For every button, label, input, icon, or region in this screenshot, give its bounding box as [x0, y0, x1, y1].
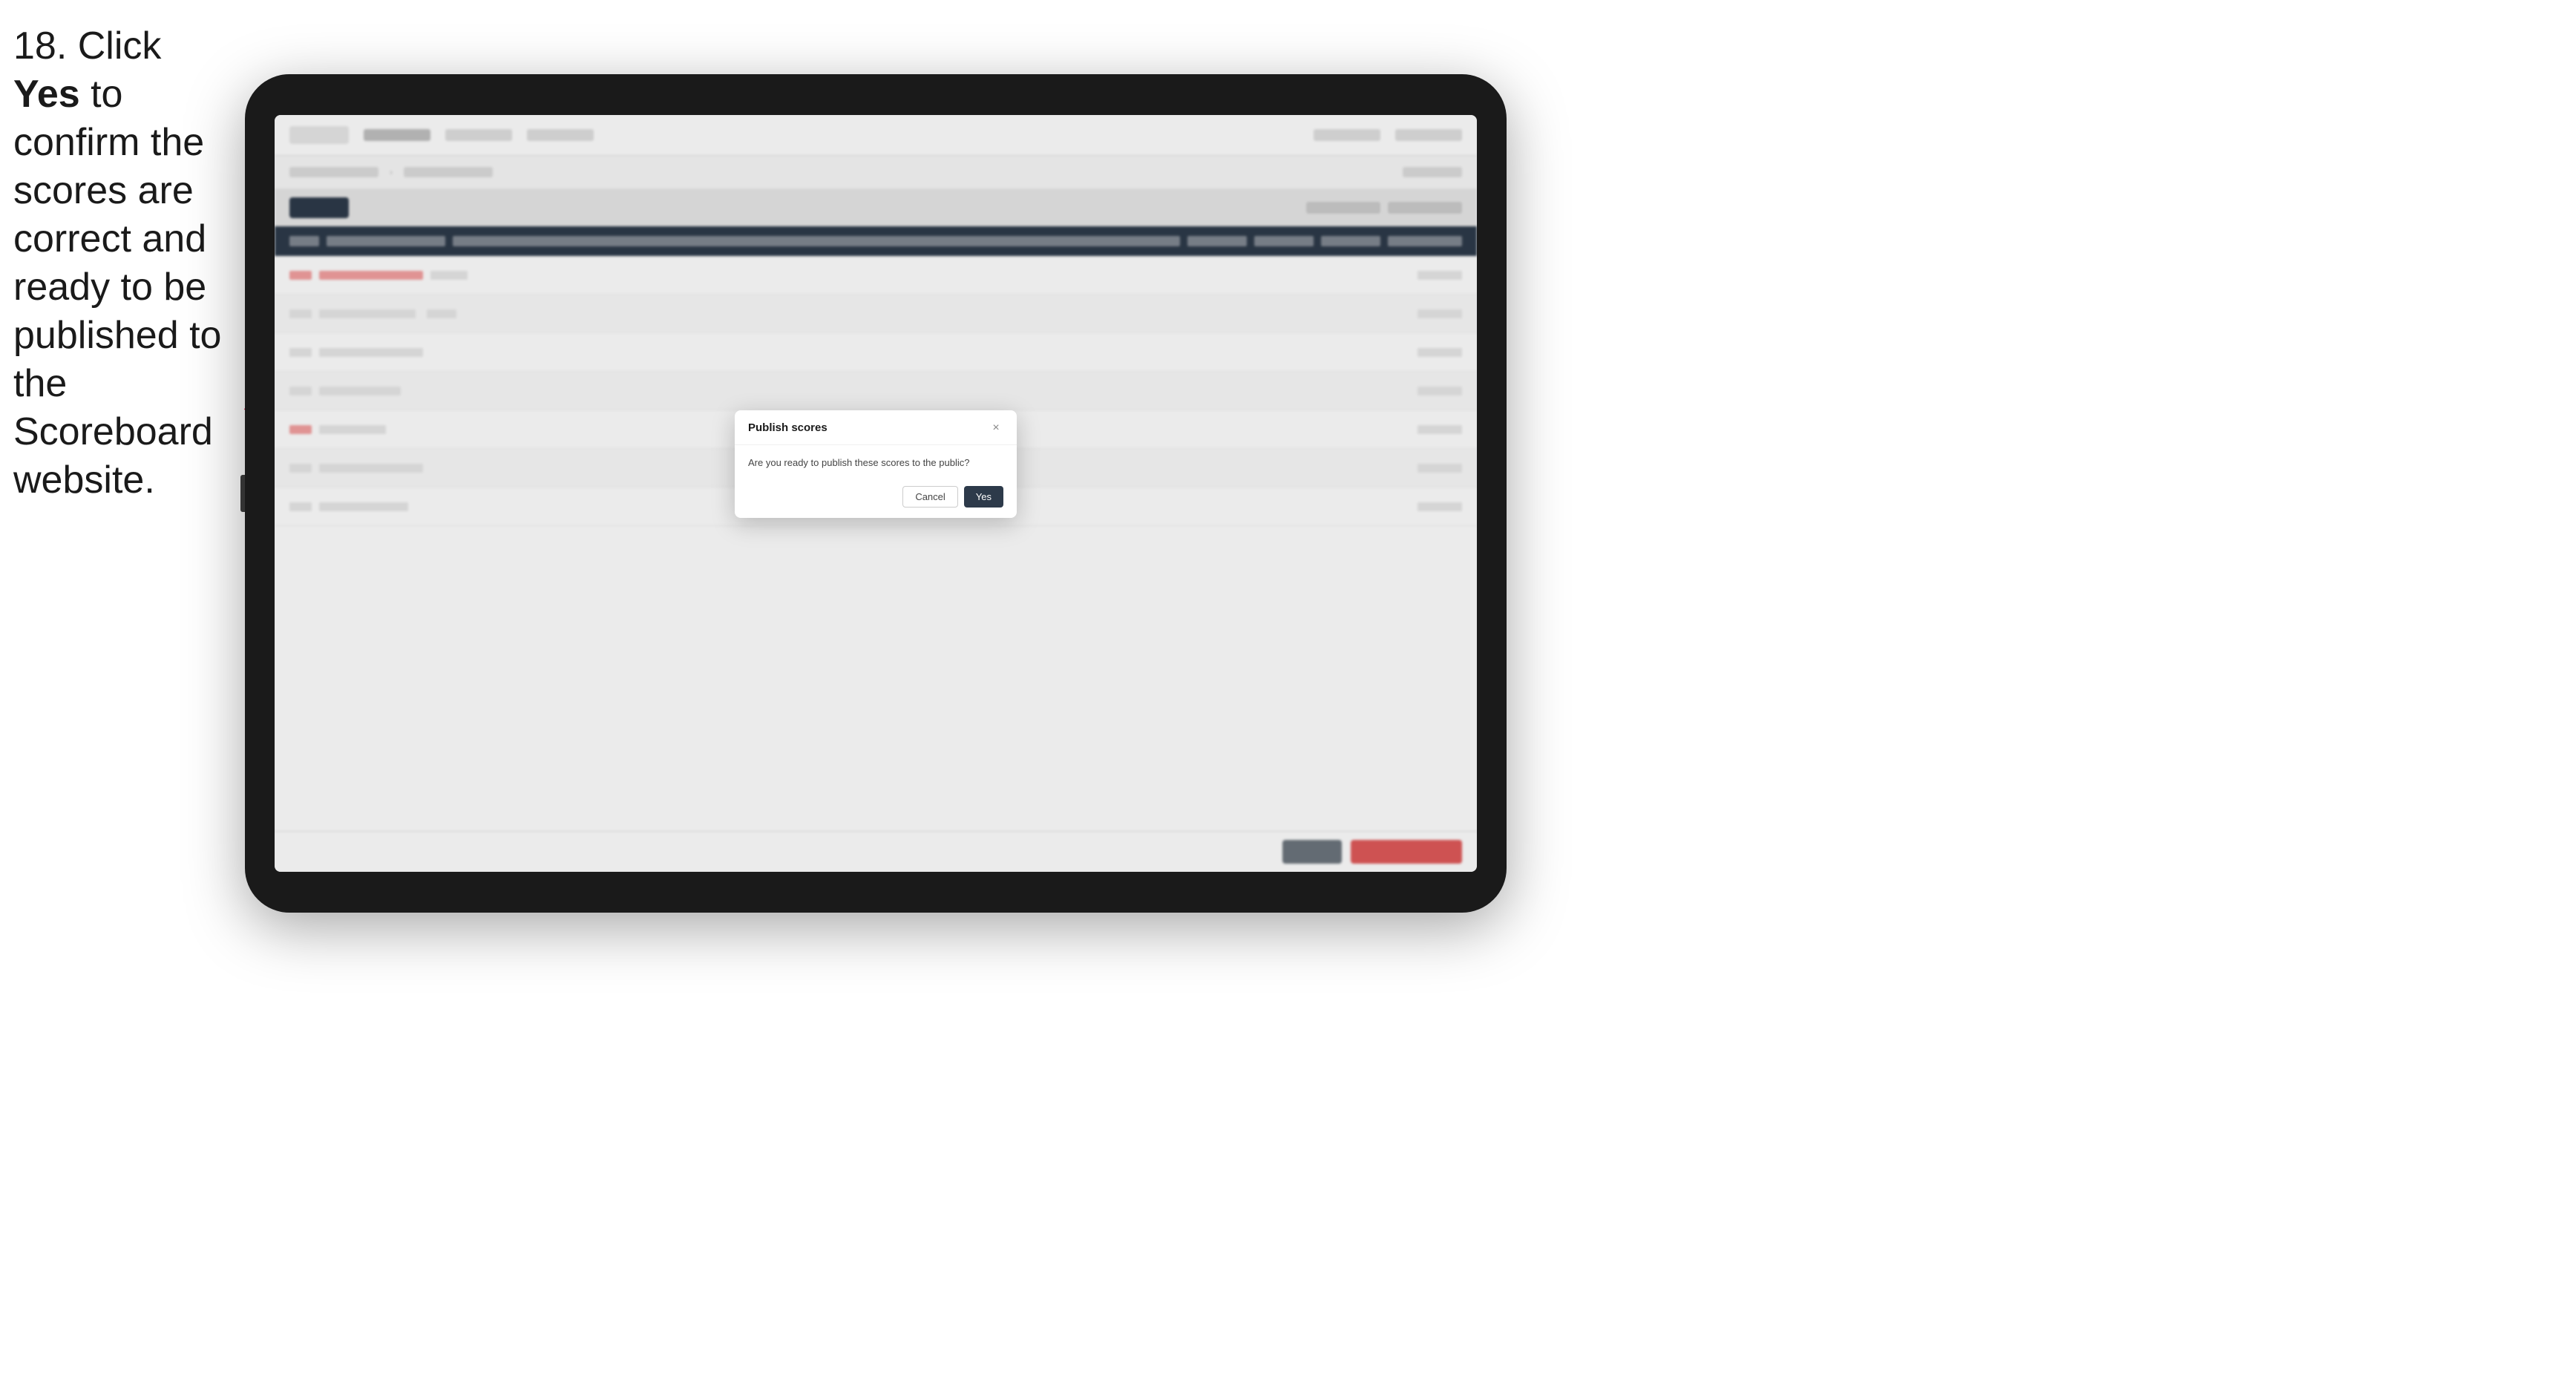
step-number: 18. — [13, 24, 67, 68]
instruction-suffix: to confirm the scores are correct and re… — [13, 73, 221, 502]
yes-button[interactable]: Yes — [964, 486, 1003, 508]
cancel-button[interactable]: Cancel — [902, 486, 957, 508]
bold-yes: Yes — [13, 73, 80, 116]
publish-scores-modal: Publish scores × Are you ready to publis… — [735, 410, 1017, 518]
modal-overlay: Publish scores × Are you ready to publis… — [275, 115, 1477, 872]
tablet-screen: › — [275, 115, 1477, 872]
tablet-device: › — [245, 74, 1507, 913]
modal-footer: Cancel Yes — [735, 479, 1017, 518]
instruction-text: 18. Click Yes to confirm the scores are … — [13, 22, 229, 505]
modal-message: Are you ready to publish these scores to… — [748, 457, 1003, 468]
instruction-prefix: Click — [78, 24, 162, 68]
modal-body: Are you ready to publish these scores to… — [735, 445, 1017, 479]
tablet-power-button — [240, 475, 245, 512]
modal-close-button[interactable]: × — [989, 421, 1003, 436]
modal-header: Publish scores × — [735, 410, 1017, 445]
modal-title: Publish scores — [748, 421, 827, 434]
